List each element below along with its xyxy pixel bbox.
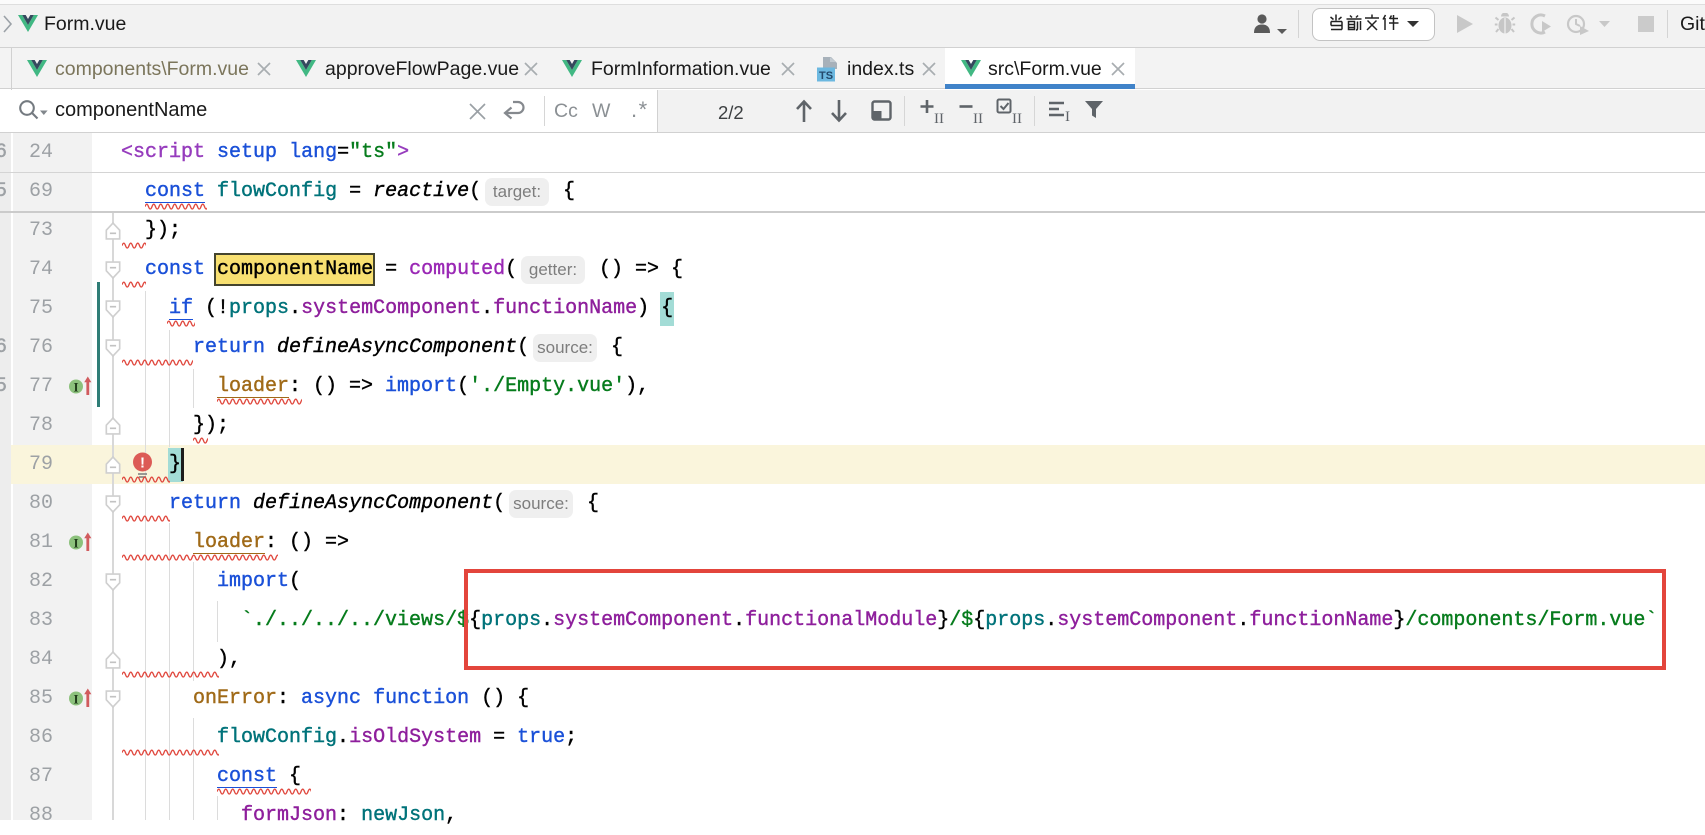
svg-text:TS: TS [819, 70, 833, 82]
svg-text:II: II [934, 111, 944, 126]
svg-text:I: I [73, 692, 78, 707]
svg-text:II: II [973, 111, 983, 126]
svg-text:I: I [73, 536, 78, 551]
svg-text:I: I [73, 380, 78, 395]
svg-text:I: I [1065, 109, 1070, 124]
svg-text:II: II [1012, 111, 1022, 126]
